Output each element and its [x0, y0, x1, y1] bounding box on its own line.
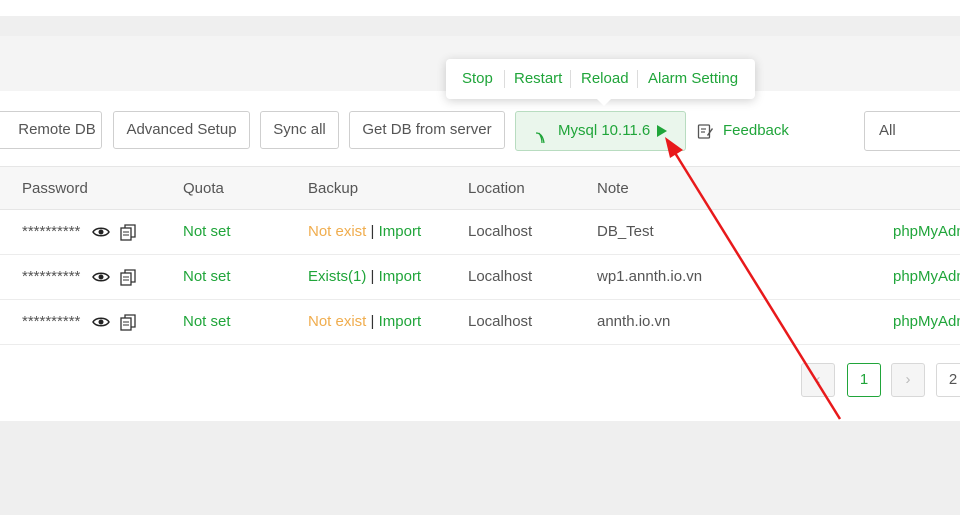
backup-separator: |: [370, 268, 375, 285]
quota-value[interactable]: Not set: [183, 255, 231, 299]
eye-icon[interactable]: [92, 269, 110, 289]
table-row: ********** Not set Not exist | Import Lo…: [0, 210, 960, 255]
feedback-edit-icon: [697, 123, 714, 144]
backup-cell: Not exist | Import: [308, 300, 421, 344]
mysql-version-label: Mysql 10.11.6: [558, 122, 651, 139]
location-value: Localhost: [468, 268, 533, 285]
filter-select-value: All: [879, 122, 896, 139]
mysql-actions-popover: Stop Restart Reload Alarm Setting: [446, 59, 755, 106]
feedback-label: Feedback: [723, 122, 789, 139]
backup-cell: Exists(1) | Import: [308, 255, 421, 299]
password-column-header: Password: [22, 180, 88, 197]
pagination-page-label: 1: [859, 371, 869, 388]
table-row: ********** Not set Exists(1) | Import Lo…: [0, 255, 960, 300]
quota-value[interactable]: Not set: [183, 210, 231, 254]
backup-column-header: Backup: [308, 180, 359, 197]
advanced-setup-button[interactable]: Advanced Setup: [113, 111, 250, 149]
menu-divider: [504, 70, 505, 88]
play-icon: [657, 125, 667, 137]
chevron-left-icon: ‹: [815, 371, 821, 388]
backup-status[interactable]: Not exist: [308, 223, 366, 240]
table-row: ********** Not set Not exist | Import Lo…: [0, 300, 960, 345]
chevron-right-icon: ›: [905, 371, 911, 388]
alarm-setting-menu-item[interactable]: Alarm Setting: [648, 59, 738, 99]
phpmyadmin-link[interactable]: phpMyAdmin: [893, 210, 960, 254]
sync-all-label: Sync all: [273, 121, 326, 138]
location-value: Localhost: [468, 313, 533, 330]
copy-icon[interactable]: [120, 314, 136, 335]
top-bar: [0, 0, 960, 16]
mysql-leaf-icon: [534, 123, 550, 161]
import-link[interactable]: Import: [379, 223, 422, 240]
backup-separator: |: [370, 223, 375, 240]
note-column-header: Note: [597, 180, 629, 197]
password-mask: **********: [22, 268, 81, 285]
filter-select[interactable]: All: [864, 111, 960, 151]
sync-all-button[interactable]: Sync all: [260, 111, 339, 149]
advanced-setup-label: Advanced Setup: [126, 121, 237, 138]
restart-menu-item[interactable]: Restart: [514, 59, 562, 99]
note-value[interactable]: wp1.annth.io.vn: [597, 255, 702, 299]
copy-icon[interactable]: [120, 269, 136, 290]
pagination-page-label: 2: [948, 371, 958, 388]
get-db-from-server-label: Get DB from server: [362, 121, 492, 138]
import-link[interactable]: Import: [379, 268, 422, 285]
backup-status[interactable]: Exists(1): [308, 268, 366, 285]
table-header: Password Quota Backup Location Note: [0, 166, 960, 210]
pagination-page-2[interactable]: 2: [936, 363, 960, 397]
stop-menu-item[interactable]: Stop: [462, 59, 493, 99]
menu-divider: [637, 70, 638, 88]
backup-separator: |: [370, 313, 375, 330]
eye-icon[interactable]: [92, 224, 110, 244]
pagination-next-button[interactable]: ›: [891, 363, 925, 397]
phpmyadmin-link[interactable]: phpMyAdmin: [893, 300, 960, 344]
location-value: Localhost: [468, 223, 533, 240]
quota-value[interactable]: Not set: [183, 300, 231, 344]
phpmyadmin-link[interactable]: phpMyAdmin: [893, 255, 960, 299]
eye-icon[interactable]: [92, 314, 110, 334]
pagination-page-1[interactable]: 1: [847, 363, 881, 397]
pagination-prev-button[interactable]: ‹: [801, 363, 835, 397]
backup-cell: Not exist | Import: [308, 210, 421, 254]
quota-column-header: Quota: [183, 180, 224, 197]
location-column-header: Location: [468, 180, 525, 197]
reload-menu-item[interactable]: Reload: [581, 59, 629, 99]
note-value[interactable]: annth.io.vn: [597, 300, 670, 344]
note-value[interactable]: DB_Test: [597, 210, 654, 254]
remote-db-button[interactable]: Remote DB: [0, 111, 102, 149]
backup-status[interactable]: Not exist: [308, 313, 366, 330]
get-db-from-server-button[interactable]: Get DB from server: [349, 111, 505, 149]
password-mask: **********: [22, 223, 81, 240]
mysql-service-button[interactable]: Mysql 10.11.6: [515, 111, 686, 151]
import-link[interactable]: Import: [379, 313, 422, 330]
remote-db-label: Remote DB: [18, 121, 96, 138]
password-mask: **********: [22, 313, 81, 330]
menu-divider: [570, 70, 571, 88]
copy-icon[interactable]: [120, 224, 136, 245]
